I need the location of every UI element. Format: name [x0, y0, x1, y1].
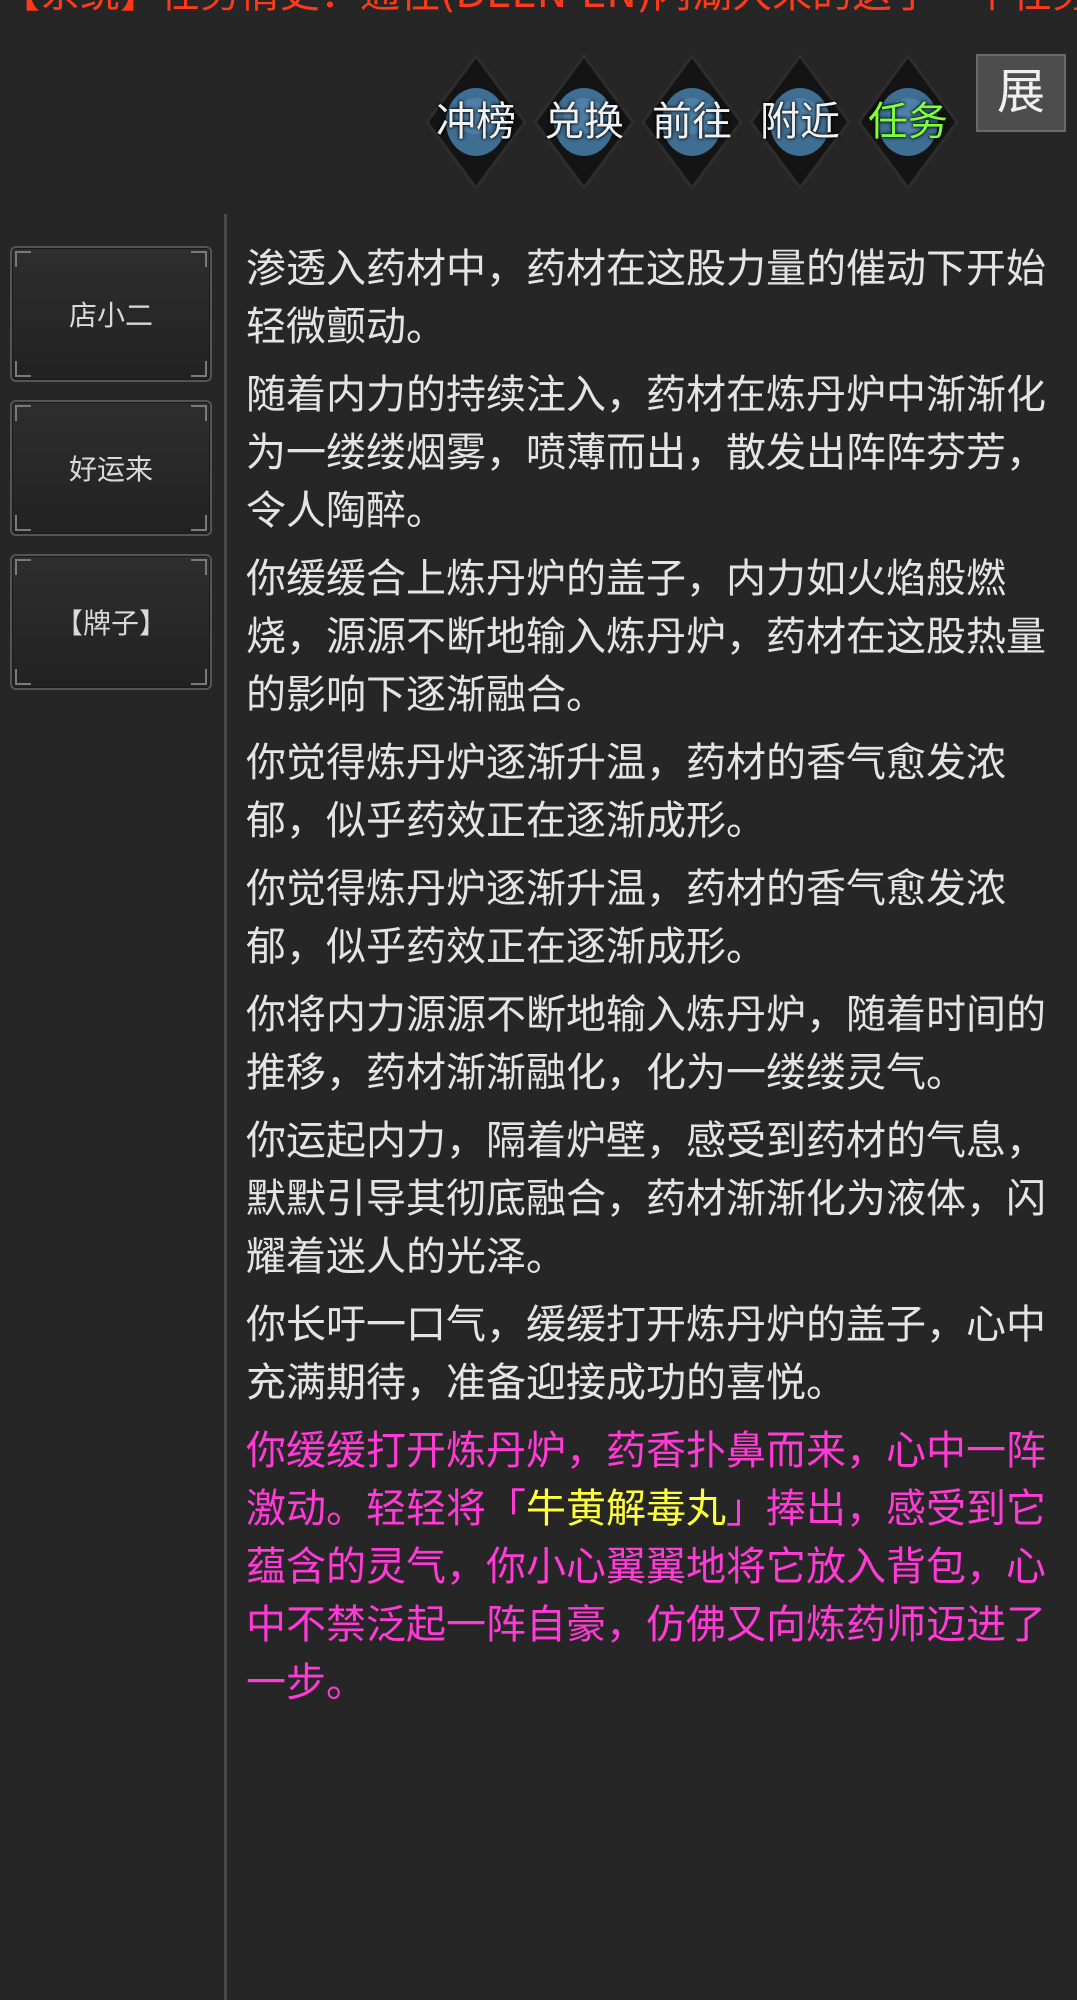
log-message: 你将内力源源不断地输入炼丹炉，随着时间的推移，药材渐渐融化，化为一缕缕灵气。: [246, 992, 1046, 1096]
npc-button-label: 好运来: [68, 453, 153, 486]
frame-corner-icon: [191, 515, 207, 531]
frame-corner-icon: [15, 405, 31, 421]
log-message: 你长吁一口气，缓缓打开炼丹炉的盖子，心中充满期待，准备迎接成功的喜悦。: [246, 1302, 1046, 1406]
npc-button-waiter[interactable]: 店小二: [10, 246, 212, 382]
frame-corner-icon: [15, 559, 31, 575]
expand-button[interactable]: 展: [976, 54, 1066, 132]
message-log[interactable]: 渗透入药材中，药材在这股力量的催动下开始轻微颤动。 随着内力的持续注入，药材在炼…: [246, 240, 1046, 2000]
frame-corner-icon: [15, 251, 31, 267]
action-bar: 冲榜 兑换 前往 附近 任务: [423, 52, 968, 192]
log-message: 你缓缓合上炼丹炉的盖子，内力如火焰般燃烧，源源不断地输入炼丹炉，药材在这股热量的…: [246, 556, 1046, 718]
crafting-result-message: 你缓缓打开炼丹炉，药香扑鼻而来，心中一阵激动。轻轻将「牛黄解毒丸」捧出，感受到它…: [246, 1422, 1046, 1712]
log-message: 你觉得炼丹炉逐渐升温，药材的香气愈发浓郁，似乎药效正在逐渐成形。: [246, 866, 1006, 970]
frame-corner-icon: [191, 559, 207, 575]
frame-corner-icon: [191, 669, 207, 685]
rank-button-label: 冲榜: [436, 99, 516, 145]
rank-button[interactable]: 冲榜: [423, 52, 529, 192]
nearby-button-label: 附近: [760, 99, 840, 145]
item-name[interactable]: 牛黄解毒丸: [526, 1486, 726, 1532]
system-message: 【系统】任务情史：通往(DEEN-EN)内湖大来的这了一个任务。: [0, 0, 1077, 18]
log-message: 随着内力的持续注入，药材在炼丹炉中渐渐化为一缕缕烟雾，喷薄而出，散发出阵阵芬芳，…: [246, 372, 1046, 534]
nearby-button[interactable]: 附近: [747, 52, 853, 192]
panel-divider: [224, 214, 227, 2000]
frame-corner-icon: [191, 405, 207, 421]
frame-corner-icon: [191, 361, 207, 377]
exchange-button-label: 兑换: [544, 99, 624, 145]
npc-list: 店小二 好运来 【牌子】: [10, 246, 214, 708]
log-message: 渗透入药材中，药材在这股力量的催动下开始轻微颤动。: [246, 246, 1046, 350]
goto-button-label: 前往: [652, 99, 732, 145]
npc-button-good-luck[interactable]: 好运来: [10, 400, 212, 536]
goto-button[interactable]: 前往: [639, 52, 745, 192]
exchange-button[interactable]: 兑换: [531, 52, 637, 192]
npc-button-sign[interactable]: 【牌子】: [10, 554, 212, 690]
quest-button-label: 任务: [868, 99, 948, 145]
frame-corner-icon: [191, 251, 207, 267]
quest-button[interactable]: 任务: [855, 52, 961, 192]
npc-button-label: 【牌子】: [54, 607, 167, 640]
frame-corner-icon: [15, 669, 31, 685]
log-message: 你运起内力，隔着炉壁，感受到药材的气息，默默引导其彻底融合，药材渐渐化为液体，闪…: [246, 1118, 1046, 1280]
frame-corner-icon: [15, 361, 31, 377]
npc-button-label: 店小二: [68, 299, 153, 332]
log-message: 你觉得炼丹炉逐渐升温，药材的香气愈发浓郁，似乎药效正在逐渐成形。: [246, 740, 1006, 844]
frame-corner-icon: [15, 515, 31, 531]
